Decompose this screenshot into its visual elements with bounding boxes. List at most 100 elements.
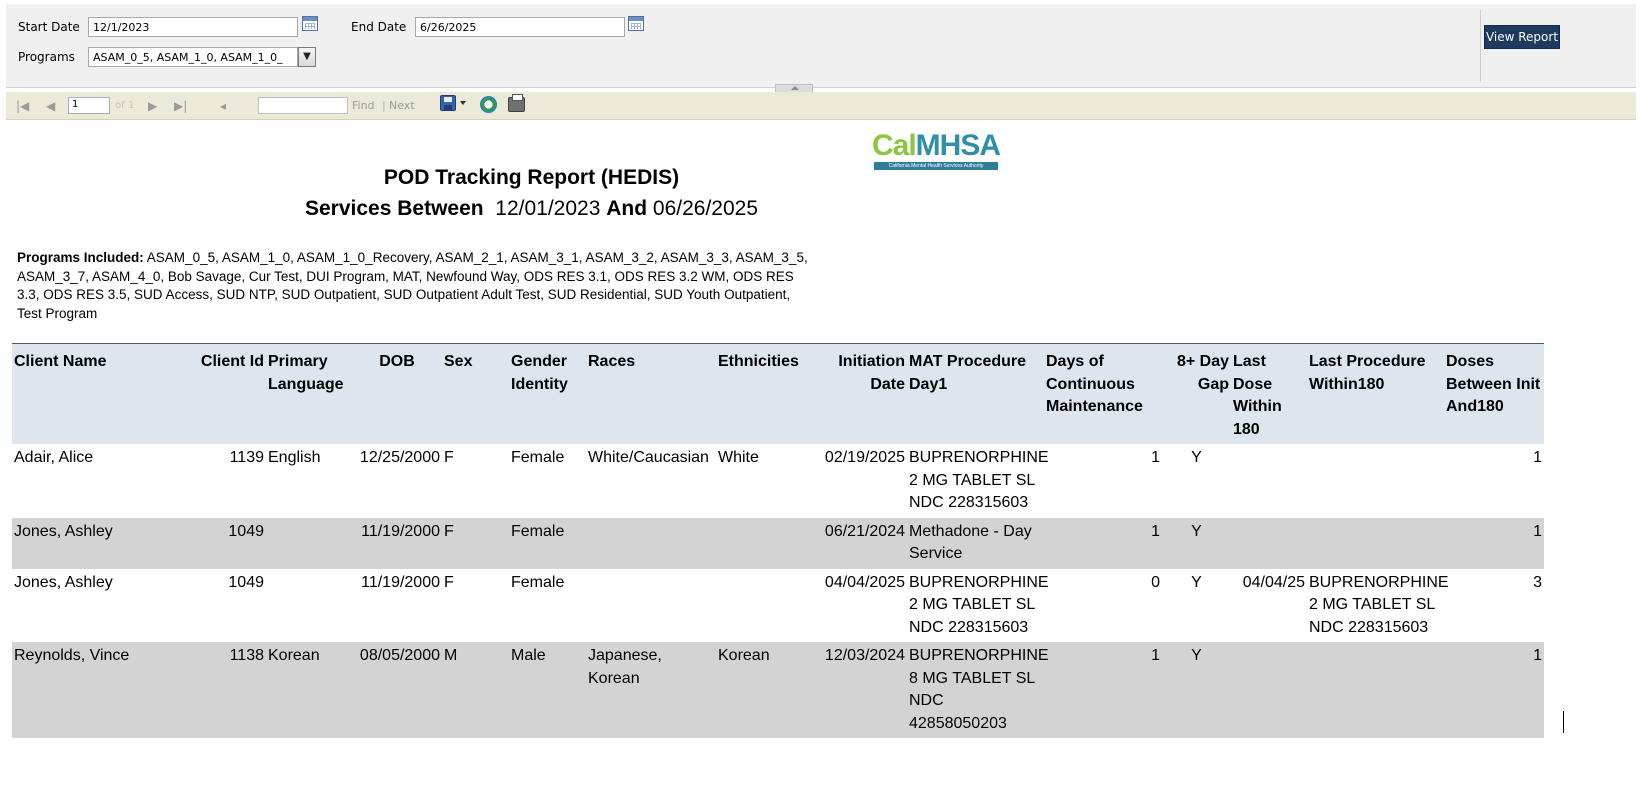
cell-ethnicities: Korean xyxy=(716,642,816,738)
cell-dob: 11/19/2000 xyxy=(361,573,440,591)
cell-last-dose-within-180 xyxy=(1231,444,1307,518)
report-title: POD Tracking Report (HEDIS) xyxy=(383,166,680,189)
cell-races: Japanese, Korean xyxy=(586,642,716,738)
programs-dropdown-button[interactable]: ▼ xyxy=(298,47,316,67)
col-races: Races xyxy=(586,343,716,444)
cell-client-name: Adair, Alice xyxy=(14,449,94,466)
cell-doses-between-init-and180: 1 xyxy=(1533,449,1542,466)
end-date-calendar-icon[interactable] xyxy=(628,16,644,31)
last-page-icon[interactable]: ▶| xyxy=(174,99,187,113)
cell-client-id: 1139 xyxy=(229,449,264,466)
end-date-input[interactable]: 6/26/2025 xyxy=(415,17,625,37)
logo-text-mhsa: MHSA xyxy=(915,129,1001,162)
report-start-date: 12/01/2023 xyxy=(495,197,601,220)
col-gender-identity: Gender Identity xyxy=(509,343,586,444)
table-row: Adair, Alice 1139 English 12/25/2000 F F… xyxy=(12,444,1544,518)
col-primary-language: Primary Language xyxy=(266,343,352,444)
cell-primary-language xyxy=(266,569,352,643)
refresh-icon[interactable] xyxy=(480,96,497,113)
previous-page-icon[interactable]: ◀ xyxy=(46,99,55,113)
table-header-row: Client Name Client Id Primary Language D… xyxy=(12,343,1544,444)
export-save-icon[interactable] xyxy=(440,95,456,111)
cell-races: White/Caucasian xyxy=(588,449,709,466)
first-page-icon[interactable]: |◀ xyxy=(16,99,29,113)
print-icon[interactable] xyxy=(508,94,525,112)
collapse-parameters-toggle[interactable] xyxy=(775,84,813,92)
cell-initiation-date: 12/03/2024 xyxy=(816,642,907,738)
export-dropdown-icon[interactable] xyxy=(460,101,466,105)
cell-last-procedure-within180 xyxy=(1307,517,1444,569)
cell-client-id: 1138 xyxy=(187,642,266,738)
cell-gender-identity: Male xyxy=(509,642,586,738)
cell-primary-language xyxy=(266,517,352,569)
cell-dob: 12/25/2000 xyxy=(359,449,440,466)
cell-mat-procedure-day1: BUPRENORPHINE 2 MG TABLET SL NDC 2283156… xyxy=(909,573,1049,636)
table-row: Jones, Ashley 1049 11/19/2000 F Female 0… xyxy=(12,569,1544,643)
programs-select[interactable]: ASAM_0_5, ASAM_1_0, ASAM_1_0_ xyxy=(88,47,298,67)
cell-initiation-date: 02/19/2025 xyxy=(824,449,905,466)
table-row: Jones, Ashley 1049 11/19/2000 F Female 0… xyxy=(12,517,1544,569)
text-cursor xyxy=(1563,711,1564,733)
next-link[interactable]: Next xyxy=(389,99,415,112)
cell-8-day-gap: Y xyxy=(1191,573,1202,591)
cell-days-continuous-maintenance: 0 xyxy=(1151,573,1160,591)
start-date-calendar-icon[interactable] xyxy=(302,16,318,31)
report-end-date: 06/26/2025 xyxy=(652,197,758,220)
cell-last-procedure-within180 xyxy=(1307,444,1444,518)
parameter-panel: Start Date 12/1/2023 End Date 6/26/2025 … xyxy=(6,4,1636,88)
col-doses-between-init-and180: Doses Between Init And180 xyxy=(1444,343,1544,444)
start-date-label: Start Date xyxy=(18,20,80,34)
view-report-button[interactable]: View Report xyxy=(1484,25,1560,49)
cell-client-id: 1049 xyxy=(228,573,264,591)
cell-last-procedure-within180: BUPRENORPHINE 2 MG TABLET SL NDC 2283156… xyxy=(1309,573,1449,636)
cell-mat-procedure-day1: Methadone - Day Service xyxy=(907,517,1044,569)
back-icon[interactable]: ◂ xyxy=(220,99,226,113)
and-label: And xyxy=(606,197,648,220)
cell-last-dose-within-180 xyxy=(1231,517,1307,569)
table-row: Reynolds, Vince 1138 Korean 08/05/2000 M… xyxy=(12,642,1544,738)
cell-client-id: 1049 xyxy=(187,517,266,569)
cell-primary-language: English xyxy=(268,449,321,466)
cell-primary-language: Korean xyxy=(266,642,352,738)
programs-label: Programs xyxy=(18,50,75,64)
cell-mat-procedure-day1: BUPRENORPHINE 2 MG TABLET SL NDC 2283156… xyxy=(909,449,1049,511)
chevron-down-icon: ▼ xyxy=(303,51,311,62)
cell-ethnicities xyxy=(716,569,816,643)
report-toolbar: |◀ ◀ 1 of 1 ▶ ▶| ◂ Find | Next xyxy=(6,92,1636,120)
cell-doses-between-init-and180: 3 xyxy=(1533,573,1542,591)
cell-dob: 08/05/2000 xyxy=(352,642,442,738)
cell-8-day-gap: Y xyxy=(1162,642,1231,738)
cell-last-dose-within-180: 04/04/25 xyxy=(1242,573,1305,591)
cell-8-day-gap: Y xyxy=(1162,517,1231,569)
cell-last-procedure-within180 xyxy=(1307,642,1444,738)
cell-initiation-date: 06/21/2024 xyxy=(816,517,907,569)
cell-client-name: Jones, Ashley xyxy=(12,517,187,569)
cell-client-name: Reynolds, Vince xyxy=(12,642,187,738)
next-page-icon[interactable]: ▶ xyxy=(148,99,157,113)
find-input[interactable] xyxy=(258,97,348,114)
programs-included: Programs Included: ASAM_0_5, ASAM_1_0, A… xyxy=(17,249,817,323)
col-ethnicities: Ethnicities xyxy=(716,343,816,444)
cell-8-day-gap: Y xyxy=(1191,449,1202,466)
cell-races xyxy=(586,517,716,569)
cell-doses-between-init-and180: 1 xyxy=(1444,642,1544,738)
cell-doses-between-init-and180: 1 xyxy=(1444,517,1544,569)
cell-sex: F xyxy=(444,573,454,591)
cell-client-name: Jones, Ashley xyxy=(14,573,113,591)
page-count: of 1 xyxy=(115,100,135,111)
cell-sex: M xyxy=(442,642,509,738)
find-link[interactable]: Find xyxy=(352,99,375,112)
col-mat-procedure-day1: MAT Procedure Day1 xyxy=(907,343,1044,444)
cell-gender-identity: Female xyxy=(509,517,586,569)
col-days-continuous-maintenance: Days of Continuous Maintenance xyxy=(1044,343,1162,444)
pod-tracking-table: Client Name Client Id Primary Language D… xyxy=(12,343,1544,738)
cell-last-dose-within-180 xyxy=(1231,642,1307,738)
find-separator: | xyxy=(382,99,386,112)
page-number-input[interactable]: 1 xyxy=(68,97,110,114)
services-between-label: Services Between xyxy=(304,197,484,220)
cell-ethnicities xyxy=(716,517,816,569)
start-date-input[interactable]: 12/1/2023 xyxy=(88,17,298,37)
cell-ethnicities: White xyxy=(718,449,759,466)
cell-mat-procedure-day1: BUPRENORPHINE 8 MG TABLET SL NDC 4285805… xyxy=(907,642,1049,738)
col-client-name: Client Name xyxy=(12,343,187,444)
